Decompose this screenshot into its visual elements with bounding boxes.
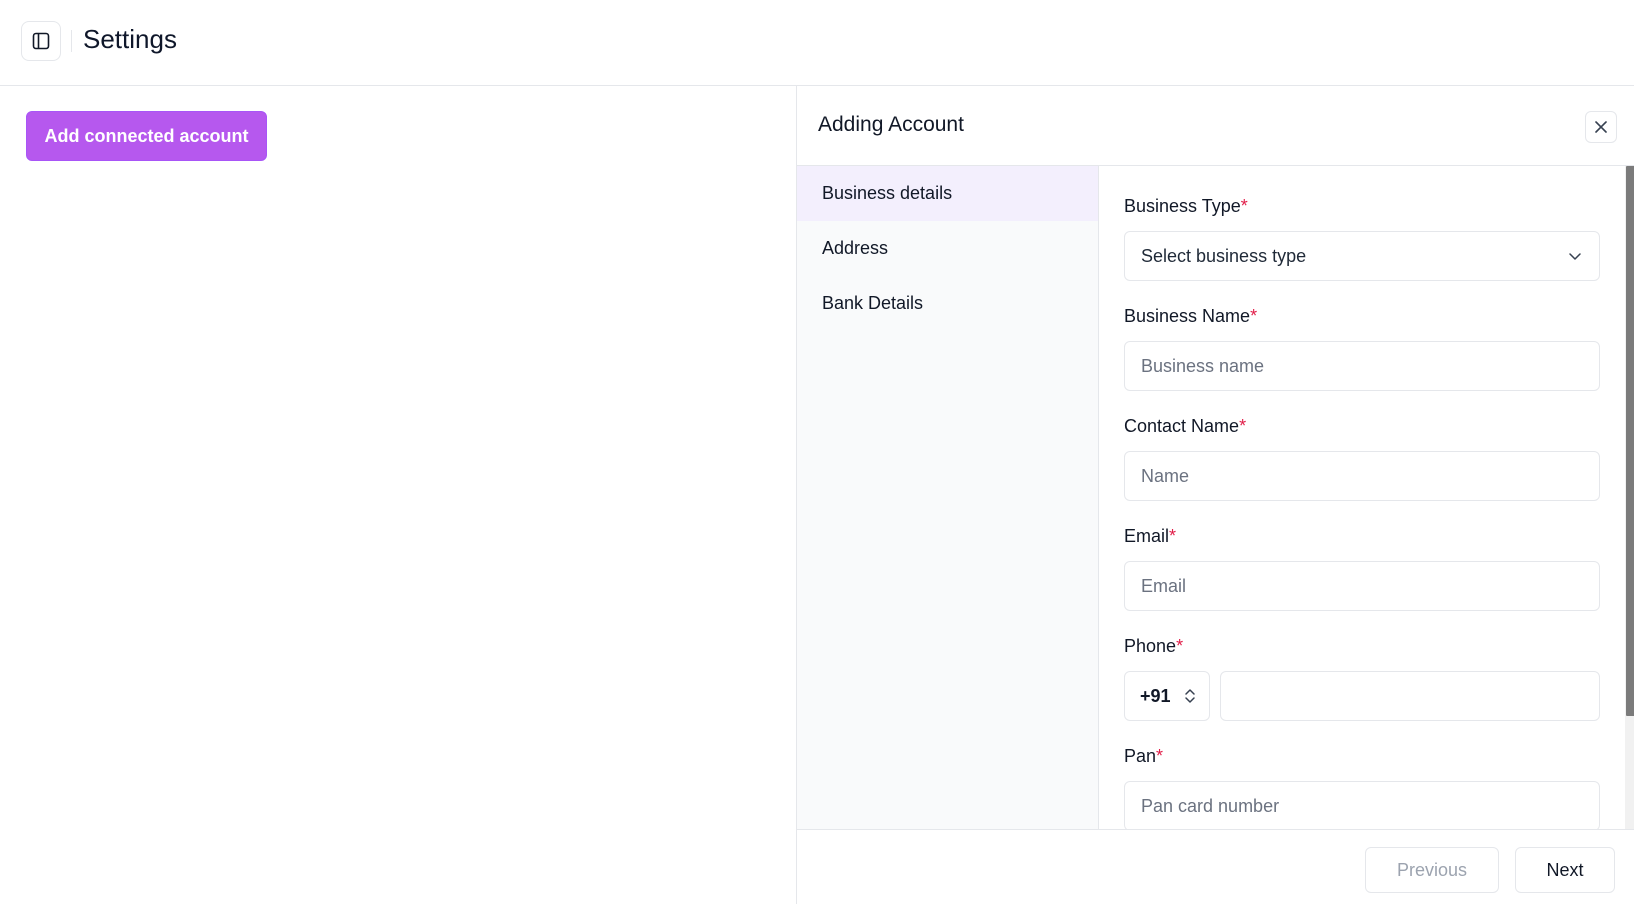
phone-label: Phone* xyxy=(1124,636,1184,656)
panel-title: Adding Account xyxy=(818,113,964,136)
scrollbar-thumb[interactable] xyxy=(1626,166,1634,716)
steps-sidebar: Business details Address Bank Details xyxy=(797,166,1099,829)
contact-name-label: Contact Name* xyxy=(1124,416,1247,436)
country-code-value: +91 xyxy=(1140,685,1171,706)
panel-header: Adding Account xyxy=(797,86,1634,166)
step-address[interactable]: Address xyxy=(797,221,1098,276)
country-code-select[interactable]: +91 xyxy=(1124,671,1210,721)
pan-input[interactable] xyxy=(1124,781,1600,829)
close-icon xyxy=(1595,121,1607,133)
phone-input[interactable] xyxy=(1220,671,1600,721)
business-name-label: Business Name* xyxy=(1124,306,1258,326)
panel-footer: Previous Next xyxy=(797,829,1634,904)
form-scrollbar[interactable] xyxy=(1625,166,1634,829)
sidebar-panel-icon xyxy=(32,32,50,50)
step-bank-details[interactable]: Bank Details xyxy=(797,276,1098,331)
business-type-value: Select business type xyxy=(1141,245,1307,266)
email-input[interactable] xyxy=(1124,561,1600,611)
email-label: Email* xyxy=(1124,526,1177,546)
close-button[interactable] xyxy=(1585,111,1617,143)
adding-account-panel: Adding Account Business details Address … xyxy=(796,86,1634,904)
page-title: Settings xyxy=(83,24,177,54)
business-type-label: Business Type* xyxy=(1124,196,1248,216)
pan-label: Pan* xyxy=(1124,746,1164,766)
chevron-down-icon xyxy=(1569,253,1581,260)
previous-button[interactable]: Previous xyxy=(1365,847,1499,893)
add-connected-account-button[interactable]: Add connected account xyxy=(26,111,267,161)
business-details-form: Business Type* Select business type Busi… xyxy=(1099,166,1625,829)
chevron-up-down-icon xyxy=(1184,689,1195,703)
step-business-details[interactable]: Business details xyxy=(797,166,1098,221)
top-bar: Settings xyxy=(0,0,1634,86)
next-button[interactable]: Next xyxy=(1515,847,1615,893)
header-divider xyxy=(71,30,72,52)
business-name-input[interactable] xyxy=(1124,341,1600,391)
contact-name-input[interactable] xyxy=(1124,451,1600,501)
business-type-select[interactable]: Select business type xyxy=(1124,231,1600,281)
sidebar-toggle-button[interactable] xyxy=(21,21,61,61)
